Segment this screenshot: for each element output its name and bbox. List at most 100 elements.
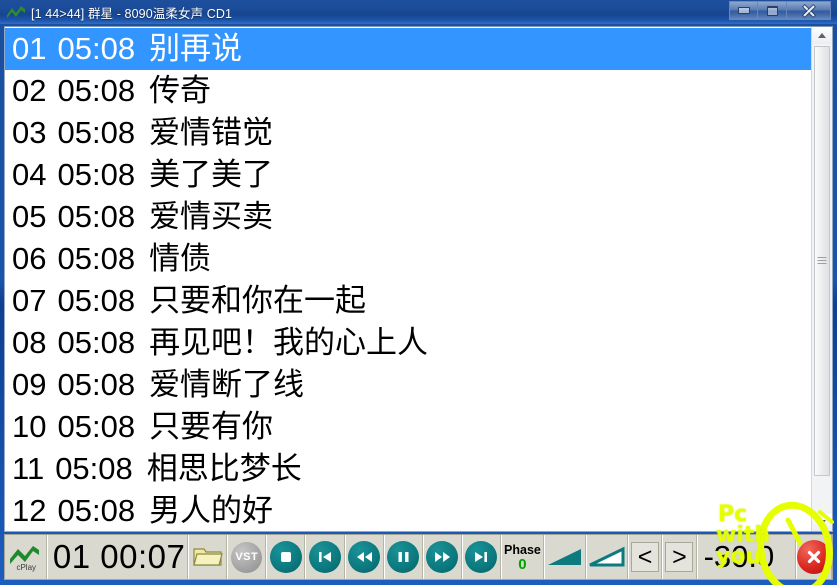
stop-button[interactable] [266,535,306,579]
cplay-wordmark: cPlay [16,563,37,572]
scrollbar-track[interactable] [812,44,832,514]
volume-db-display[interactable]: -30.0 [696,535,796,579]
track-title: 相思比梦长 [146,451,302,486]
window-title: [1 44>44] 群星 - 8090温柔女声 CD1 [31,6,233,21]
previous-step-button[interactable]: < [627,535,663,579]
playlist-scrollbar[interactable] [811,27,832,531]
track-row[interactable]: 12 05:08 男人的好 [5,490,811,531]
track-title: 爱情错觉 [149,115,274,150]
track-number: 02 [12,73,47,108]
maximize-button[interactable] [758,1,787,20]
time-readout-text: 01 00:07 [52,538,186,575]
track-title: 爱情断了线 [149,367,305,402]
volume-down-button[interactable] [543,535,586,579]
track-title: 男人的好 [149,493,274,528]
track-title: 只要有你 [149,409,274,444]
vst-label: VST [231,541,263,573]
track-row[interactable]: 02 05:08 传奇 [5,70,811,112]
track-row[interactable]: 10 05:08 只要有你 [5,406,811,448]
track-duration: 05:08 [57,199,136,234]
right-angle-icon: > [665,542,694,572]
scrollbar-grip-icon [817,257,827,265]
next-track-icon [465,541,498,573]
track-title: 只要和你在一起 [149,283,367,318]
cplay-logo-icon[interactable] [5,2,27,22]
exit-close-icon [796,540,831,574]
title-bar[interactable]: [1 44>44] 群星 - 8090温柔女声 CD1 [0,0,837,24]
scroll-up-button[interactable] [812,27,832,44]
next-step-button[interactable]: > [662,535,697,579]
exit-button[interactable] [795,535,832,579]
track-duration: 05:08 [57,115,136,150]
window-controls [729,1,831,20]
track-row[interactable]: 03 05:08 爱情错觉 [5,112,811,154]
time-display[interactable]: 01 00:07 [46,535,189,579]
volume-down-icon [547,546,583,568]
track-title: 美了美了 [149,157,274,192]
phase-label: Phase [504,542,541,557]
close-icon [802,4,815,17]
track-row[interactable]: 05 05:08 爱情买卖 [5,196,811,238]
cplay-logo-icon: cPlay [8,544,42,572]
previous-track-icon [308,541,341,573]
next-button[interactable] [461,535,501,579]
track-title: 爱情买卖 [149,199,274,234]
track-duration: 05:08 [57,31,136,66]
scroll-down-icon [818,520,826,525]
track-title: 再见吧！我的心上人 [149,325,429,360]
transport-toolbar: cPlay 01 00:07 VST Phase 0 < > -30.0 [4,534,833,580]
track-title: 传奇 [149,73,212,108]
volume-up-icon [589,546,625,568]
maximize-icon [766,5,778,16]
previous-button[interactable] [305,535,345,579]
track-number: 12 [12,493,47,528]
cplay-window: [1 44>44] 群星 - 8090温柔女声 CD1 01 05:08 别再说 02… [0,0,837,585]
close-button[interactable] [787,1,831,20]
track-row[interactable]: 06 05:08 情债 [5,238,811,280]
forward-button[interactable] [422,535,462,579]
scroll-down-button[interactable] [812,514,832,531]
track-duration: 05:08 [57,367,136,402]
rewind-button[interactable] [344,535,384,579]
track-number: 08 [12,325,47,360]
left-angle-icon: < [631,542,660,572]
scroll-up-icon [818,33,826,38]
track-number: 06 [12,241,47,276]
playlist[interactable]: 01 05:08 别再说 02 05:08 传奇 03 05:08 爱情错觉 04 05:08 美了美… [5,27,811,531]
phase-indicator[interactable]: Phase 0 [500,535,544,579]
pause-icon [387,541,420,573]
folder-icon [192,545,223,569]
track-row[interactable]: 07 05:08 只要和你在一起 [5,280,811,322]
track-number: 05 [12,199,47,234]
track-row[interactable]: 09 05:08 爱情断了线 [5,364,811,406]
track-duration: 05:08 [57,493,136,528]
track-row[interactable]: 01 05:08 别再说 [5,28,811,70]
track-row[interactable]: 04 05:08 美了美了 [5,154,811,196]
track-duration: 05:08 [57,409,136,444]
track-title: 情债 [149,241,212,276]
pause-button[interactable] [383,535,423,579]
client-area: 01 05:08 别再说 02 05:08 传奇 03 05:08 爱情错觉 04 05:08 美了美… [4,26,833,581]
track-duration: 05:08 [57,157,136,192]
vst-button[interactable]: VST [227,535,267,579]
track-row[interactable]: 08 05:08 再见吧！我的心上人 [5,322,811,364]
track-number: 01 [12,31,47,66]
phase-value: 0 [518,555,527,573]
scrollbar-thumb[interactable] [814,46,830,476]
open-folder-button[interactable] [188,535,228,579]
minimize-button[interactable] [729,1,758,20]
track-number: 09 [12,367,47,402]
cplay-brand-button[interactable]: cPlay [5,535,47,579]
track-number: 11 [12,451,45,486]
track-title: 别再说 [149,31,243,66]
track-number: 07 [12,283,47,318]
volume-up-button[interactable] [585,535,628,579]
track-duration: 05:08 [57,283,136,318]
track-duration: 05:08 [57,73,136,108]
stop-icon [269,541,302,573]
volume-db-text: -30.0 [703,539,775,574]
track-duration: 05:08 [57,241,136,276]
track-row[interactable]: 11 05:08 相思比梦长 [5,448,811,490]
playlist-panel: 01 05:08 别再说 02 05:08 传奇 03 05:08 爱情错觉 04 05:08 美了美… [4,26,833,532]
fast-forward-icon [426,541,459,573]
